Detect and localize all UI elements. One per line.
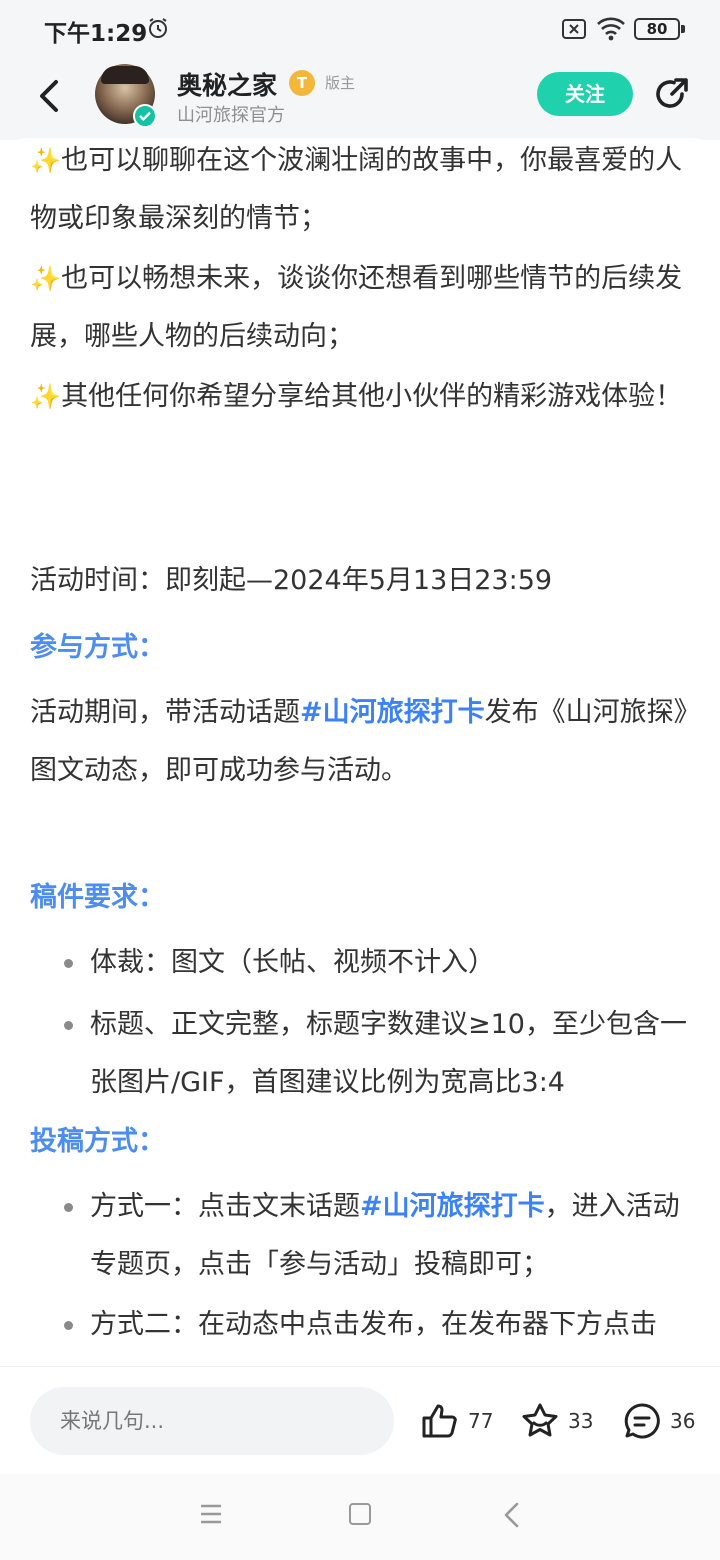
- sparkle-icon: ✨: [30, 382, 62, 411]
- comment-icon: [624, 1403, 660, 1439]
- author-subtitle: 山河旅探官方: [177, 105, 285, 126]
- menu-icon[interactable]: [200, 1504, 222, 1524]
- section-title-submit: 投稿方式：: [30, 1126, 165, 1157]
- level-badge: T: [289, 70, 315, 96]
- bottom-action-bar: 来说几句... 77 33 36: [0, 1366, 720, 1474]
- like-count: 77: [468, 1409, 494, 1433]
- wifi-icon: [597, 17, 625, 41]
- role-tag: 版主: [325, 74, 356, 92]
- system-nav-bar: [0, 1474, 720, 1560]
- paragraph: ✨也可以聊聊在这个波澜壮阔的故事中，你最喜爱的人物或印象最深刻的情节；: [30, 145, 683, 234]
- star-icon: [522, 1403, 558, 1437]
- list-item: 方式一：点击文末话题#山河旅探打卡，进入活动专题页，点击「参与活动」投稿即可；: [60, 1178, 700, 1294]
- post-content: ✨也可以聊聊在这个波澜壮阔的故事中，你最喜爱的人物或印象最深刻的情节； ✨也可以…: [0, 138, 720, 1366]
- alarm-icon: [149, 18, 167, 38]
- section-title-requirements: 稿件要求：: [30, 882, 165, 913]
- follow-button[interactable]: 关注: [537, 72, 633, 116]
- favorite-count: 33: [568, 1409, 594, 1433]
- post-header: 奥秘之家 T 版主 山河旅探官方 关注: [0, 58, 720, 140]
- verified-icon: [133, 104, 157, 128]
- comment-input[interactable]: 来说几句...: [30, 1387, 394, 1455]
- nav-back-icon[interactable]: [502, 1502, 522, 1528]
- section-title-participate: 参与方式：: [30, 632, 165, 663]
- comment-button[interactable]: 36: [622, 1399, 695, 1443]
- sparkle-icon: ✨: [30, 146, 62, 175]
- like-button[interactable]: 77: [420, 1399, 493, 1443]
- paragraph: ✨其他任何你希望分享给其他小伙伴的精彩游戏体验！: [30, 381, 683, 412]
- status-time: 下午1:29: [44, 21, 148, 47]
- paragraph: 活动期间，带活动话题#山河旅探打卡发布《山河旅探》图文动态，即可成功参与活动。: [30, 697, 688, 786]
- status-bar: 下午1:29 80: [0, 0, 720, 58]
- share-icon[interactable]: [652, 74, 692, 114]
- home-icon[interactable]: [349, 1503, 371, 1525]
- author-name[interactable]: 奥秘之家: [177, 66, 277, 102]
- battery-indicator: 80: [634, 18, 685, 40]
- thumbs-up-icon: [422, 1404, 457, 1438]
- no-sim-icon: [562, 19, 586, 39]
- avatar-hat: [101, 66, 149, 84]
- activity-time: 活动时间：即刻起—2024年5月13日23:59: [30, 565, 553, 596]
- back-button[interactable]: [30, 74, 70, 118]
- paragraph: ✨也可以畅想未来，谈谈你还想看到哪些情节的后续发展，哪些人物的后续动向；: [30, 263, 683, 352]
- list-item: 体裁：图文（长帖、视频不计入）: [60, 934, 700, 992]
- list-item: 方式二：在动态中点击发布，在发布器下方点击: [60, 1296, 700, 1354]
- favorite-button[interactable]: 33: [520, 1399, 593, 1443]
- hashtag-link[interactable]: #山河旅探打卡: [360, 1191, 545, 1222]
- comment-count: 36: [670, 1409, 696, 1433]
- list-item: 标题、正文完整，标题字数建议≥10，至少包含一张图片/GIF，首图建议比例为宽高…: [60, 996, 700, 1112]
- sparkle-icon: ✨: [30, 264, 62, 293]
- hashtag-link[interactable]: #山河旅探打卡: [300, 697, 485, 728]
